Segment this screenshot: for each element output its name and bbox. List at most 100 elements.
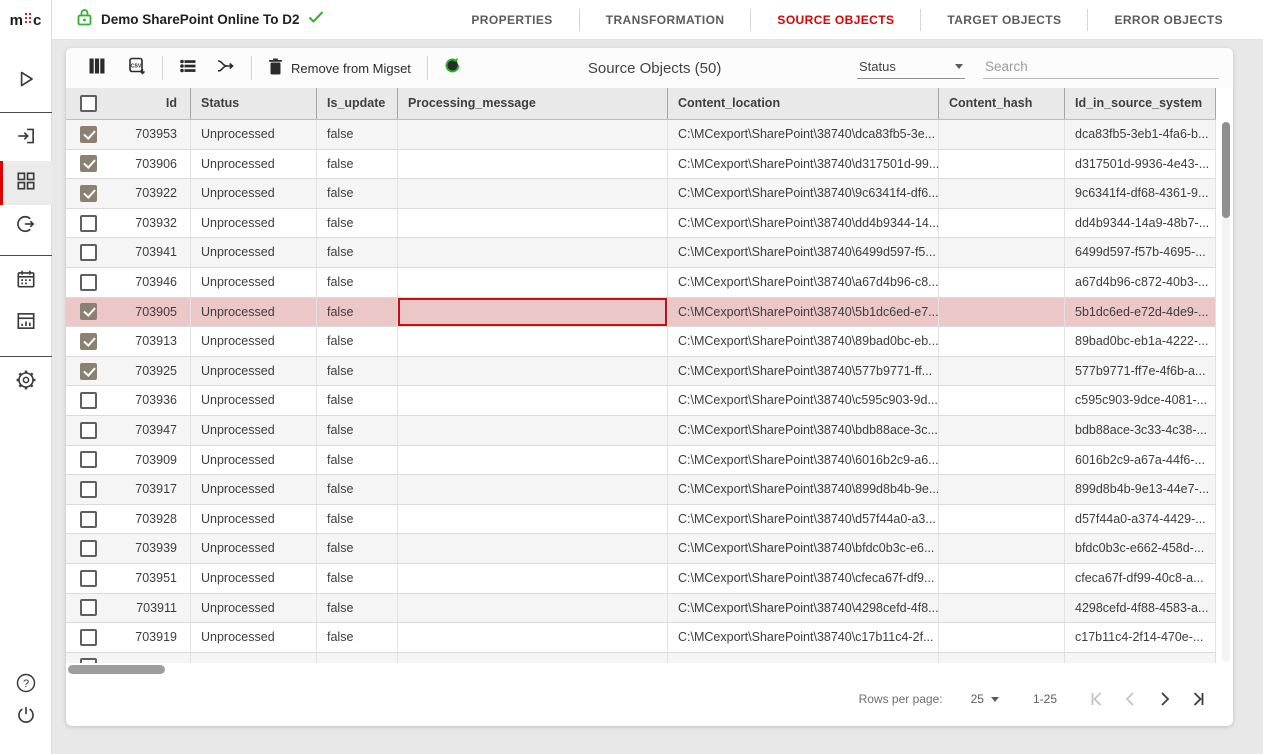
row-checkbox[interactable]	[80, 126, 97, 143]
csv-export-button[interactable]: CSV	[122, 53, 152, 83]
power-icon	[15, 704, 37, 731]
column-header-processing_message[interactable]: Processing_message	[397, 88, 667, 119]
rail-divider	[0, 255, 52, 256]
logo-dots-icon	[24, 10, 32, 30]
vertical-scrollbar-thumb[interactable]	[1222, 122, 1230, 218]
sidebar-item-dashboard-active[interactable]	[0, 161, 52, 205]
tab-properties[interactable]: PROPERTIES	[445, 13, 578, 27]
svg-text:CSV: CSV	[131, 63, 142, 69]
table-row[interactable]: 703939UnprocessedfalseC:\MCexport\ShareP…	[66, 534, 1216, 564]
cell-content_location	[667, 653, 938, 663]
rows-per-page-label: Rows per page:	[859, 692, 943, 706]
cell-id: 703922	[110, 179, 190, 208]
search-input[interactable]	[983, 55, 1219, 79]
row-checkbox[interactable]	[80, 215, 97, 232]
sidebar-item-help[interactable]: ?	[8, 672, 44, 698]
table-row[interactable]: 703953UnprocessedfalseC:\MCexport\ShareP…	[66, 120, 1216, 150]
table-row[interactable]: 703919UnprocessedfalseC:\MCexport\ShareP…	[66, 623, 1216, 653]
row-checkbox[interactable]	[80, 392, 97, 409]
row-checkbox[interactable]	[80, 363, 97, 380]
list-view-button[interactable]	[173, 53, 203, 83]
cell-content_hash	[938, 446, 1064, 475]
column-header-id_in_source_system[interactable]: Id_in_source_system	[1064, 88, 1216, 119]
row-checkbox[interactable]	[80, 303, 97, 320]
row-checkbox[interactable]	[80, 333, 97, 350]
merge-button[interactable]	[211, 53, 241, 83]
table-row[interactable]: 703917UnprocessedfalseC:\MCexport\ShareP…	[66, 475, 1216, 505]
tab-error-objects[interactable]: ERROR OBJECTS	[1088, 13, 1249, 27]
table-row[interactable]: 703906UnprocessedfalseC:\MCexport\ShareP…	[66, 150, 1216, 180]
columns-button[interactable]	[82, 53, 112, 83]
tab-transformation[interactable]: TRANSFORMATION	[580, 13, 751, 27]
table-row[interactable]: 703925UnprocessedfalseC:\MCexport\ShareP…	[66, 357, 1216, 387]
cell-is_update	[316, 653, 397, 663]
row-checkbox[interactable]	[80, 599, 97, 616]
tab-target-objects[interactable]: TARGET OBJECTS	[921, 13, 1087, 27]
table-row[interactable]: 703932UnprocessedfalseC:\MCexport\ShareP…	[66, 209, 1216, 239]
table-row[interactable]: 703936UnprocessedfalseC:\MCexport\ShareP…	[66, 386, 1216, 416]
cell-processing_message	[397, 179, 667, 208]
row-checkbox[interactable]	[80, 274, 97, 291]
row-checkbox[interactable]	[80, 185, 97, 202]
chevron-down-icon	[955, 64, 963, 69]
cell-id_in_source_system: 89bad0bc-eb1a-4222-...	[1064, 327, 1216, 356]
row-checkbox[interactable]	[80, 511, 97, 528]
table-row[interactable]: 703928UnprocessedfalseC:\MCexport\ShareP…	[66, 505, 1216, 535]
next-page-button[interactable]	[1147, 684, 1181, 714]
column-header-id[interactable]: Id	[110, 88, 190, 119]
cell-status: Unprocessed	[190, 179, 316, 208]
sidebar-item-import[interactable]	[8, 125, 44, 151]
table-row[interactable]: 703905UnprocessedfalseC:\MCexport\ShareP…	[66, 298, 1216, 328]
last-page-button[interactable]	[1181, 684, 1215, 714]
column-header-is_update[interactable]: Is_update	[316, 88, 397, 119]
table-row-partial[interactable]	[66, 653, 1216, 663]
row-checkbox[interactable]	[80, 540, 97, 557]
sidebar-item-settings[interactable]	[8, 369, 44, 395]
cell-content_hash	[938, 623, 1064, 652]
table-row[interactable]: 703947UnprocessedfalseC:\MCexport\ShareP…	[66, 416, 1216, 446]
table-row[interactable]: 703909UnprocessedfalseC:\MCexport\ShareP…	[66, 446, 1216, 476]
row-checkbox[interactable]	[80, 570, 97, 587]
table-row[interactable]: 703941UnprocessedfalseC:\MCexport\ShareP…	[66, 238, 1216, 268]
chevron-down-icon	[991, 697, 999, 702]
status-filter-select[interactable]: Status	[857, 55, 965, 79]
refresh-button[interactable]	[438, 53, 468, 83]
row-checkbox[interactable]	[80, 155, 97, 172]
sidebar-item-logout[interactable]	[8, 704, 44, 730]
cell-processing_message	[397, 505, 667, 534]
tab-source-objects[interactable]: SOURCE OBJECTS	[751, 13, 920, 27]
prev-page-button[interactable]	[1113, 684, 1147, 714]
sidebar-item-run[interactable]	[8, 68, 44, 94]
row-checkbox[interactable]	[80, 422, 97, 439]
table-row[interactable]: 703946UnprocessedfalseC:\MCexport\ShareP…	[66, 268, 1216, 298]
table-row[interactable]: 703911UnprocessedfalseC:\MCexport\ShareP…	[66, 594, 1216, 624]
table-row[interactable]: 703913UnprocessedfalseC:\MCexport\ShareP…	[66, 327, 1216, 357]
first-page-button[interactable]	[1079, 684, 1113, 714]
row-checkbox-cell	[66, 268, 110, 297]
table-row[interactable]: 703922UnprocessedfalseC:\MCexport\ShareP…	[66, 179, 1216, 209]
table-row[interactable]: 703951UnprocessedfalseC:\MCexport\ShareP…	[66, 564, 1216, 594]
row-checkbox-cell	[66, 209, 110, 238]
row-checkbox[interactable]	[80, 451, 97, 468]
row-checkbox[interactable]	[80, 629, 97, 646]
horizontal-scrollbar-thumb[interactable]	[68, 665, 165, 674]
cell-is_update: false	[316, 209, 397, 238]
column-header-content_hash[interactable]: Content_hash	[938, 88, 1064, 119]
column-header-content_location[interactable]: Content_location	[667, 88, 938, 119]
row-checkbox[interactable]	[80, 244, 97, 261]
cell-status: Unprocessed	[190, 594, 316, 623]
cell-id_in_source_system: bfdc0b3c-e662-458d-...	[1064, 534, 1216, 563]
toolbar-divider	[162, 56, 163, 80]
rows-per-page-select[interactable]: 25	[971, 692, 999, 706]
remove-from-migset-button[interactable]: Remove from Migset	[262, 58, 417, 78]
sidebar-item-export[interactable]	[8, 213, 44, 239]
select-all-checkbox[interactable]	[80, 95, 97, 112]
migset-header: Demo SharePoint Online To D2	[52, 8, 324, 31]
left-icon-rail: m c ?	[0, 0, 52, 754]
sidebar-item-reports[interactable]	[8, 310, 44, 336]
sidebar-item-scheduler[interactable]	[8, 268, 44, 294]
column-header-status[interactable]: Status	[190, 88, 316, 119]
row-checkbox[interactable]	[80, 481, 97, 498]
cell-is_update: false	[316, 564, 397, 593]
row-checkbox-cell	[66, 298, 110, 327]
